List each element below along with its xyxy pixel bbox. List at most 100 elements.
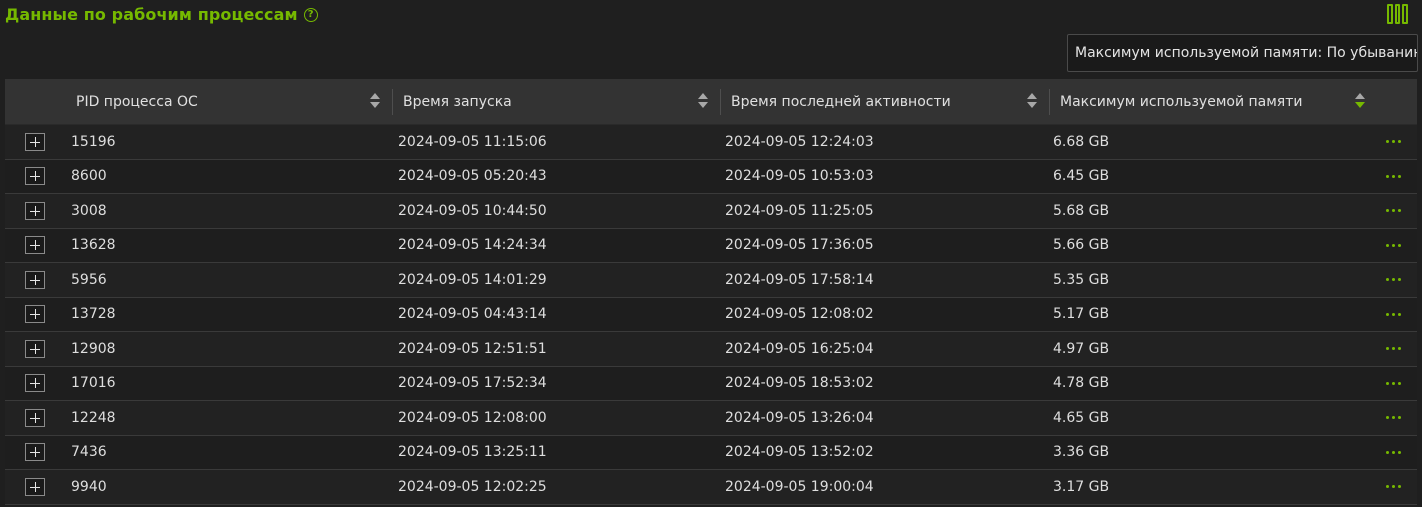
columns-icon[interactable] <box>1387 4 1409 24</box>
table-row: 8600 2024-09-05 05:20:43 2024-09-05 10:5… <box>5 159 1417 194</box>
expand-cell <box>5 401 65 435</box>
more-options-icon[interactable] <box>1386 481 1401 492</box>
expand-cell <box>5 160 65 194</box>
max-memory-cell: 5.17 GB <box>1053 306 1110 323</box>
table-row: 7436 2024-09-05 13:25:11 2024-09-05 13:5… <box>5 435 1417 470</box>
expand-plus-icon[interactable] <box>25 305 45 324</box>
start-time-cell: 2024-09-05 11:15:06 <box>398 133 547 150</box>
more-options-icon[interactable] <box>1386 274 1401 285</box>
more-options-icon[interactable] <box>1386 205 1401 216</box>
expand-plus-icon[interactable] <box>25 167 45 186</box>
last-activity-cell: 2024-09-05 17:58:14 <box>725 271 874 288</box>
last-activity-cell: 2024-09-05 17:36:05 <box>725 237 874 254</box>
more-options-icon[interactable] <box>1386 343 1401 354</box>
more-options-icon[interactable] <box>1386 309 1401 320</box>
expand-cell <box>5 332 65 366</box>
expand-plus-icon[interactable] <box>25 477 45 496</box>
row-menu-cell <box>1374 125 1417 159</box>
start-time-cell: 2024-09-05 12:02:25 <box>398 478 547 495</box>
row-menu-cell <box>1374 229 1417 263</box>
page-title-group: Данные по рабочим процессам ? <box>5 5 318 24</box>
more-options-icon[interactable] <box>1386 240 1401 251</box>
row-menu-cell <box>1374 160 1417 194</box>
pid-cell: 13628 <box>71 237 116 254</box>
start-time-cell: 2024-09-05 13:25:11 <box>398 444 547 461</box>
last-activity-cell: 2024-09-05 10:53:03 <box>725 168 874 185</box>
max-memory-cell: 6.68 GB <box>1053 133 1110 150</box>
table-header: PID процесса ОС Время запуска Время посл… <box>5 79 1417 125</box>
pid-cell: 7436 <box>71 444 107 461</box>
row-menu-cell <box>1374 298 1417 332</box>
row-menu-cell <box>1374 263 1417 297</box>
table-row: 13728 2024-09-05 04:43:14 2024-09-05 12:… <box>5 297 1417 332</box>
last-activity-cell: 2024-09-05 13:26:04 <box>725 409 874 426</box>
last-activity-cell: 2024-09-05 16:25:04 <box>725 340 874 357</box>
expand-plus-icon[interactable] <box>25 201 45 220</box>
sort-icon[interactable] <box>698 93 708 111</box>
expand-plus-icon[interactable] <box>25 339 45 358</box>
more-options-icon[interactable] <box>1386 378 1401 389</box>
row-menu-cell <box>1374 367 1417 401</box>
table-row: 15196 2024-09-05 11:15:06 2024-09-05 12:… <box>5 125 1417 160</box>
row-menu-cell <box>1374 401 1417 435</box>
pid-cell: 12908 <box>71 340 116 357</box>
header-last-activity[interactable]: Время последней активности <box>721 79 1049 124</box>
header-max-memory[interactable]: Максимум используемой памяти <box>1050 79 1377 124</box>
start-time-cell: 2024-09-05 14:24:34 <box>398 237 547 254</box>
start-time-cell: 2024-09-05 05:20:43 <box>398 168 547 185</box>
more-options-icon[interactable] <box>1386 447 1401 458</box>
expand-cell <box>5 367 65 401</box>
more-options-icon[interactable] <box>1386 136 1401 147</box>
pid-cell: 3008 <box>71 202 107 219</box>
header-start-time[interactable]: Время запуска <box>393 79 720 124</box>
more-options-icon[interactable] <box>1386 412 1401 423</box>
start-time-cell: 2024-09-05 17:52:34 <box>398 375 547 392</box>
pid-cell: 17016 <box>71 375 116 392</box>
table-row: 3008 2024-09-05 10:44:50 2024-09-05 11:2… <box>5 194 1417 229</box>
last-activity-cell: 2024-09-05 13:52:02 <box>725 444 874 461</box>
expand-cell <box>5 194 65 228</box>
expand-cell <box>5 298 65 332</box>
max-memory-cell: 4.65 GB <box>1053 409 1110 426</box>
max-memory-cell: 4.97 GB <box>1053 340 1110 357</box>
expand-cell <box>5 436 65 470</box>
expand-plus-icon[interactable] <box>25 408 45 427</box>
expand-plus-icon[interactable] <box>25 236 45 255</box>
start-time-cell: 2024-09-05 12:08:00 <box>398 409 547 426</box>
page-title: Данные по рабочим процессам <box>5 5 298 24</box>
table-row: 13628 2024-09-05 14:24:34 2024-09-05 17:… <box>5 228 1417 263</box>
expand-plus-icon[interactable] <box>25 270 45 289</box>
last-activity-cell: 2024-09-05 12:24:03 <box>725 133 874 150</box>
more-options-icon[interactable] <box>1386 171 1401 182</box>
row-menu-cell <box>1374 332 1417 366</box>
pid-cell: 15196 <box>71 133 116 150</box>
pid-cell: 8600 <box>71 168 107 185</box>
header-label: Время последней активности <box>731 93 951 110</box>
pid-cell: 13728 <box>71 306 116 323</box>
max-memory-cell: 5.35 GB <box>1053 271 1110 288</box>
header-expand <box>5 79 65 124</box>
sort-desc-icon[interactable] <box>1355 93 1365 111</box>
expand-cell <box>5 229 65 263</box>
sort-icon[interactable] <box>370 93 380 111</box>
expand-plus-icon[interactable] <box>25 132 45 151</box>
header-label: Максимум используемой памяти <box>1060 93 1303 110</box>
row-menu-cell <box>1374 470 1417 504</box>
sort-icon[interactable] <box>1027 93 1037 111</box>
start-time-cell: 2024-09-05 12:51:51 <box>398 340 547 357</box>
help-icon[interactable]: ? <box>303 7 318 22</box>
table-row: 5956 2024-09-05 14:01:29 2024-09-05 17:5… <box>5 263 1417 298</box>
header-menu <box>1377 79 1417 124</box>
max-memory-cell: 5.66 GB <box>1053 237 1110 254</box>
pid-cell: 12248 <box>71 409 116 426</box>
expand-cell <box>5 263 65 297</box>
pid-cell: 9940 <box>71 478 107 495</box>
max-memory-cell: 5.68 GB <box>1053 202 1110 219</box>
header-label: Время запуска <box>403 93 512 110</box>
header-pid[interactable]: PID процесса ОС <box>65 79 392 124</box>
expand-plus-icon[interactable] <box>25 443 45 462</box>
pid-cell: 5956 <box>71 271 107 288</box>
last-activity-cell: 2024-09-05 11:25:05 <box>725 202 874 219</box>
table-body: 15196 2024-09-05 11:15:06 2024-09-05 12:… <box>5 125 1417 505</box>
expand-plus-icon[interactable] <box>25 374 45 393</box>
